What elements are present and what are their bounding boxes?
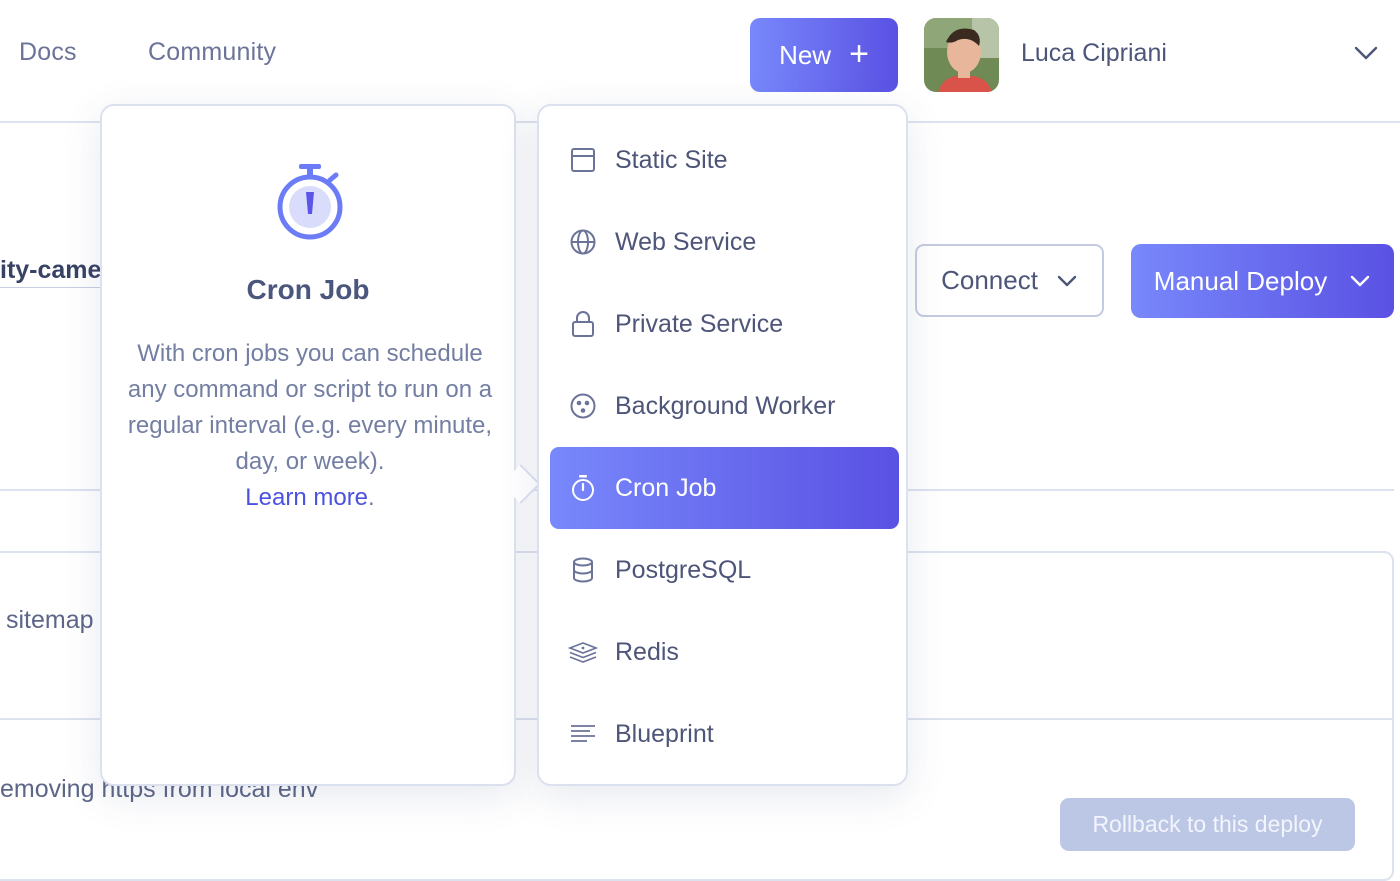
menu-item-label: Private Service (615, 309, 784, 338)
menu-item-label: Static Site (615, 145, 728, 174)
menu-item-label: PostgreSQL (615, 555, 752, 584)
menu-item-web-service[interactable]: Web Service (550, 201, 899, 283)
globe-icon (570, 229, 596, 255)
stopwatch-icon (277, 164, 343, 240)
avatar[interactable] (924, 18, 999, 92)
connect-label: Connect (941, 265, 1038, 295)
description-title: Cron Job (246, 274, 370, 305)
menu-item-background-worker[interactable]: Background Worker (550, 365, 899, 447)
menu-item-postgresql[interactable]: PostgreSQL (550, 529, 899, 611)
menu-item-label: Cron Job (615, 473, 717, 502)
lines-icon (571, 725, 595, 742)
redis-stack-icon (568, 642, 598, 663)
menu-item-label: Blueprint (615, 719, 714, 748)
manual-deploy-label: Manual Deploy (1153, 265, 1328, 296)
chevron-down-icon (1057, 275, 1077, 286)
menu-item-label: Background Worker (615, 391, 836, 420)
user-name: Luca Cipriani (1021, 39, 1167, 67)
menu-item-cron-job[interactable]: Cron Job (550, 447, 899, 529)
menu-item-label: Web Service (615, 227, 757, 256)
worker-dots-icon (570, 393, 596, 419)
chevron-down-icon[interactable] (1352, 42, 1380, 64)
connect-button[interactable]: Connect (915, 244, 1104, 317)
menu-item-redis[interactable]: Redis (550, 611, 899, 693)
plus-icon: + (849, 34, 869, 73)
new-button-label: New (779, 39, 832, 70)
menu-item-static-site[interactable]: Static Site (550, 119, 899, 201)
menu-item-private-service[interactable]: Private Service (550, 283, 899, 365)
repo-name[interactable]: ity-came (0, 256, 102, 288)
menu-item-label: Redis (615, 637, 679, 666)
learn-more-suffix: . (368, 484, 375, 511)
description-body: With cron jobs you can schedule any comm… (127, 340, 493, 475)
avatar-photo (924, 18, 999, 92)
manual-deploy-button[interactable]: Manual Deploy (1131, 244, 1394, 318)
lock-icon (572, 311, 594, 337)
nav-link-docs[interactable]: Docs (19, 38, 77, 67)
menu-item-blueprint[interactable]: Blueprint (550, 693, 899, 775)
chevron-down-icon (1351, 275, 1370, 287)
rollback-button[interactable]: Rollback to this deploy (1060, 798, 1355, 851)
service-description-panel: Cron Job With cron jobs you can schedule… (100, 104, 516, 786)
learn-more-link[interactable]: Learn more (245, 484, 368, 511)
description-text: With cron jobs you can schedule any comm… (126, 336, 494, 516)
stopwatch-icon (572, 475, 594, 501)
database-icon (573, 557, 593, 583)
new-service-menu: Static Site Web Service Private Service … (537, 104, 908, 786)
nav-link-community[interactable]: Community (148, 38, 276, 67)
commit-message: sitemap (6, 606, 94, 634)
new-button[interactable]: New + (750, 18, 898, 92)
browser-window-icon (571, 148, 595, 172)
